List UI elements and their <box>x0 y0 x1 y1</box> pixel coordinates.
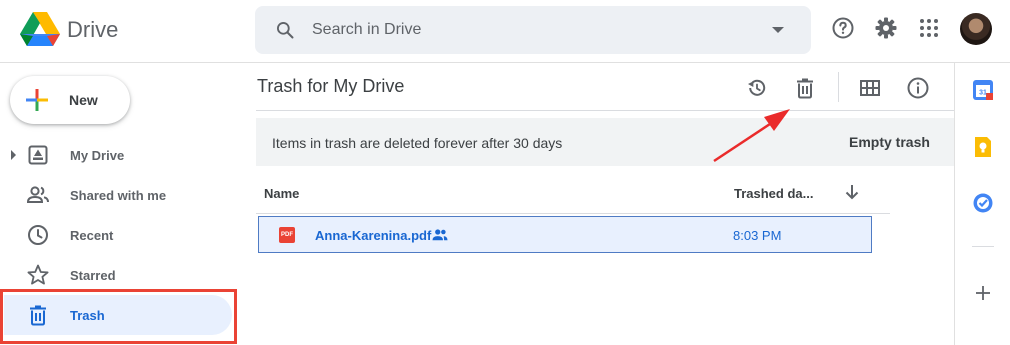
column-header-divider <box>256 213 890 214</box>
drive-logo-icon[interactable] <box>20 12 60 48</box>
account-avatar[interactable] <box>960 13 992 45</box>
search-options-dropdown-icon[interactable] <box>772 27 784 33</box>
file-trashed-time: 8:03 PM <box>733 228 782 243</box>
plus-icon <box>26 89 48 111</box>
trash-highlight-annotation <box>0 289 237 344</box>
app-brand[interactable]: Drive <box>67 17 118 43</box>
keep-icon[interactable] <box>972 136 994 158</box>
sidebar-item-label: Starred <box>70 268 116 283</box>
empty-trash-button[interactable]: Empty trash <box>849 134 930 150</box>
search-input[interactable]: Search in Drive <box>312 21 421 39</box>
column-header-trashed-date[interactable]: Trashed da... <box>734 186 813 201</box>
sidebar-item-my-drive[interactable]: My Drive <box>0 135 236 175</box>
sidebar-item-label: My Drive <box>70 148 125 163</box>
sidebar-item-label: Recent <box>70 228 114 243</box>
shared-people-icon <box>26 186 49 203</box>
sidebar-item-label: Shared with me <box>70 188 167 203</box>
new-button[interactable]: New <box>10 76 130 124</box>
help-icon[interactable] <box>831 16 855 40</box>
star-icon <box>27 264 49 285</box>
new-button-label: New <box>69 92 98 108</box>
search-bar[interactable]: Search in Drive <box>255 6 811 54</box>
sidebar-item-shared-with-me[interactable]: Shared with me <box>0 175 236 215</box>
trash-info-banner: Items in trash are deleted forever after… <box>256 118 954 166</box>
file-row[interactable]: PDF Anna-Karenina.pdf 8:03 PM <box>258 216 872 253</box>
toolbar-divider <box>838 72 839 102</box>
side-panel-separator <box>972 246 994 247</box>
side-panel-divider <box>954 63 955 345</box>
settings-icon[interactable] <box>874 16 898 40</box>
sort-arrow-down-icon[interactable] <box>843 182 861 202</box>
search-icon[interactable] <box>275 20 295 40</box>
my-drive-icon <box>28 145 48 165</box>
pdf-file-icon: PDF <box>279 227 295 243</box>
tasks-icon[interactable] <box>972 192 994 214</box>
svg-text:31: 31 <box>979 90 987 97</box>
red-arrow-annotation <box>713 109 790 163</box>
sidebar-item-recent[interactable]: Recent <box>0 215 236 255</box>
banner-message: Items in trash are deleted forever after… <box>272 135 563 151</box>
add-addon-plus-icon[interactable] <box>972 282 994 304</box>
title-divider <box>256 110 954 111</box>
file-name[interactable]: Anna-Karenina.pdf <box>315 228 431 243</box>
header-divider <box>0 62 1010 63</box>
top-bar: Drive Search in Drive <box>0 0 1010 62</box>
clock-icon <box>28 225 48 245</box>
grid-view-icon[interactable] <box>858 76 882 100</box>
column-header-name[interactable]: Name <box>264 186 299 201</box>
shared-people-icon <box>432 229 448 241</box>
expand-caret-icon[interactable] <box>11 150 16 160</box>
calendar-icon[interactable]: 31 <box>972 79 994 101</box>
page-title: Trash for My Drive <box>257 76 405 96</box>
apps-grid-icon[interactable] <box>917 16 941 40</box>
info-icon[interactable] <box>906 76 930 100</box>
